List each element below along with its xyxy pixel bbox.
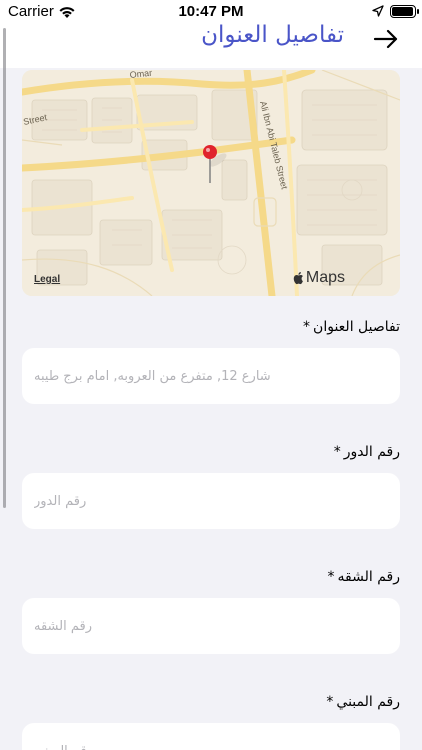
map-legal-link[interactable]: Legal	[34, 274, 60, 285]
building-number-field-container	[22, 723, 400, 750]
building-number-label: رقم المبني*	[326, 694, 400, 710]
map-view[interactable]: Omar Street Ali Ibn Abi Taleb Street Leg…	[22, 70, 400, 296]
apple-logo-icon	[293, 272, 303, 285]
arrow-right-icon[interactable]	[373, 26, 399, 50]
floor-number-label: رقم الدور*	[334, 444, 400, 460]
maps-brand-text: Maps	[305, 269, 345, 286]
navigation-bar: تفاصيل العنوان	[0, 22, 422, 68]
building-number-input[interactable]	[22, 723, 400, 750]
apartment-number-label-text: رقم الشقه	[337, 569, 400, 585]
required-mark: *	[326, 694, 334, 710]
page-title: تفاصيل العنوان	[201, 22, 344, 48]
floor-number-label-text: رقم الدور	[343, 444, 400, 460]
battery-icon	[390, 5, 419, 18]
map-tiles: Omar Street Ali Ibn Abi Taleb Street	[22, 70, 400, 296]
status-bar: Carrier 10:47 PM	[0, 0, 422, 24]
required-mark: *	[333, 444, 341, 460]
battery-level	[392, 7, 413, 16]
apartment-number-field-container	[22, 598, 400, 654]
floor-number-input[interactable]	[22, 473, 400, 529]
floor-number-field-container	[22, 473, 400, 529]
maps-logo: Maps	[292, 269, 345, 287]
location-services-icon	[372, 5, 384, 17]
required-mark: *	[327, 569, 335, 585]
address-details-input[interactable]	[22, 348, 400, 404]
address-details-label: تفاصيل العنوان*	[303, 319, 400, 335]
address-details-field-container	[22, 348, 400, 404]
apartment-number-label: رقم الشقه*	[328, 569, 400, 585]
apartment-number-input[interactable]	[22, 598, 400, 654]
scroll-indicator[interactable]	[3, 28, 6, 508]
status-time: 10:47 PM	[178, 3, 244, 20]
building-number-label-text: رقم المبني	[336, 694, 400, 710]
address-details-label-text: تفاصيل العنوان	[313, 319, 400, 335]
required-mark: *	[303, 319, 311, 335]
